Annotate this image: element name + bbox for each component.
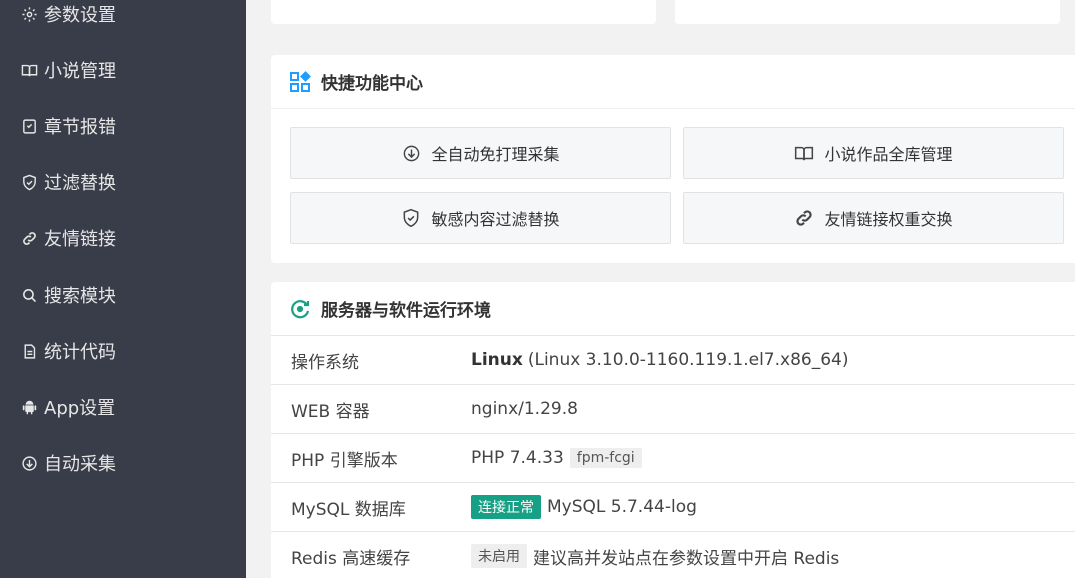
top-card-left <box>271 0 656 24</box>
sidebar-item-label: 小说管理 <box>44 61 116 82</box>
download-circle-icon <box>20 454 38 472</box>
document-icon <box>20 342 38 360</box>
sensitive-filter-button[interactable]: 敏感内容过滤替换 <box>290 192 671 244</box>
gear-icon <box>20 5 38 23</box>
table-row: PHP 引擎版本 PHP 7.4.33 fpm-fcgi <box>271 434 1075 483</box>
os-version: (Linux 3.10.0-1160.119.1.el7.x86_64) <box>527 350 849 370</box>
download-circle-icon <box>401 143 421 163</box>
sidebar-item-auto-collect[interactable]: 自动采集 <box>0 443 246 483</box>
row-value: Linux (Linux 3.10.0-1160.119.1.el7.x86_6… <box>471 350 849 370</box>
server-env-card: 服务器与软件运行环境 操作系统 Linux (Linux 3.10.0-1160… <box>271 282 1075 578</box>
report-icon <box>20 117 38 135</box>
novel-library-label: 小说作品全库管理 <box>824 145 953 164</box>
book-icon <box>20 61 38 79</box>
sidebar-item-label: 统计代码 <box>44 342 116 363</box>
top-card-right: ▬▬▬▬ <box>675 0 1060 24</box>
status-badge: 未启用 <box>471 544 527 568</box>
sidebar-item-app-settings[interactable]: App设置 <box>0 387 246 427</box>
row-value: 连接正常 MySQL 5.7.44-log <box>471 495 697 519</box>
row-value: 未启用 建议高并发站点在参数设置中开启 Redis <box>471 544 839 569</box>
sidebar-item-filter[interactable]: 过滤替换 <box>0 162 246 202</box>
sidebar-item-stats-code[interactable]: 统计代码 <box>0 331 246 371</box>
row-value: nginx/1.29.8 <box>471 399 578 419</box>
sidebar-item-label: App设置 <box>44 398 116 419</box>
mysql-version: MySQL 5.7.44-log <box>547 497 697 517</box>
shield-icon <box>20 173 38 191</box>
row-key: WEB 容器 <box>291 401 370 422</box>
sidebar-item-label: 参数设置 <box>44 5 116 26</box>
sensitive-filter-label: 敏感内容过滤替换 <box>431 210 560 229</box>
sidebar-item-label: 过滤替换 <box>44 173 116 194</box>
android-icon <box>20 398 38 416</box>
table-row: WEB 容器 nginx/1.29.8 <box>271 385 1075 434</box>
shield-check-icon <box>401 208 421 228</box>
os-name: Linux <box>471 350 523 370</box>
grid-icon <box>289 70 311 93</box>
row-key: PHP 引擎版本 <box>291 450 398 471</box>
web-server-version: nginx/1.29.8 <box>471 399 578 419</box>
redis-advice: 建议高并发站点在参数设置中开启 Redis <box>533 548 840 569</box>
sidebar-item-label: 章节报错 <box>44 117 116 138</box>
status-badge: 连接正常 <box>471 495 541 519</box>
link-exchange-label: 友情链接权重交换 <box>824 210 953 229</box>
sidebar-item-label: 自动采集 <box>44 454 116 475</box>
sidebar-item-links[interactable]: 友情链接 <box>0 218 246 258</box>
table-row: MySQL 数据库 连接正常 MySQL 5.7.44-log <box>271 483 1075 532</box>
php-version: PHP 7.4.33 <box>471 448 564 468</box>
server-env-header: 服务器与软件运行环境 <box>271 282 1075 336</box>
auto-collect-label: 全自动免打理采集 <box>431 145 560 164</box>
row-key: 操作系统 <box>291 352 359 373</box>
sidebar-item-novels[interactable]: 小说管理 <box>0 50 246 90</box>
row-key: Redis 高速缓存 <box>291 548 411 569</box>
sidebar-item-search[interactable]: 搜索模块 <box>0 275 246 315</box>
sidebar-item-label: 搜索模块 <box>44 286 116 307</box>
quick-functions-header: 快捷功能中心 <box>271 55 1075 109</box>
quick-functions-title: 快捷功能中心 <box>321 74 423 94</box>
table-row: 操作系统 Linux (Linux 3.10.0-1160.119.1.el7.… <box>271 336 1075 385</box>
link-icon <box>794 208 814 228</box>
book-icon <box>794 143 814 163</box>
novel-library-button[interactable]: 小说作品全库管理 <box>683 127 1064 179</box>
sidebar-item-label: 友情链接 <box>44 229 116 250</box>
sidebar-item-chapter-reports[interactable]: 章节报错 <box>0 106 246 146</box>
row-key: MySQL 数据库 <box>291 499 406 520</box>
quick-functions-card: 快捷功能中心 全自动免打理采集 小说作品全库管理 敏感内容过滤替换 友情链接权重… <box>271 55 1075 263</box>
server-cycle-icon <box>289 298 311 320</box>
auto-collect-button[interactable]: 全自动免打理采集 <box>290 127 671 179</box>
link-exchange-button[interactable]: 友情链接权重交换 <box>683 192 1064 244</box>
main-content: ▬▬▬▬ 快捷功能中心 全自动免打理采集 小说作品全库管理 敏感内容过滤替换 <box>246 0 1075 578</box>
php-sapi-tag: fpm-fcgi <box>569 448 642 468</box>
link-icon <box>20 229 38 247</box>
sidebar: 参数设置 小说管理 章节报错 过滤替换 友情链接 搜索模块 统计代码 App设置… <box>0 0 246 578</box>
server-env-title: 服务器与软件运行环境 <box>321 301 491 321</box>
search-icon <box>20 286 38 304</box>
sidebar-item-settings[interactable]: 参数设置 <box>0 0 246 34</box>
row-value: PHP 7.4.33 fpm-fcgi <box>471 448 642 468</box>
table-row: Redis 高速缓存 未启用 建议高并发站点在参数设置中开启 Redis <box>271 532 1075 578</box>
